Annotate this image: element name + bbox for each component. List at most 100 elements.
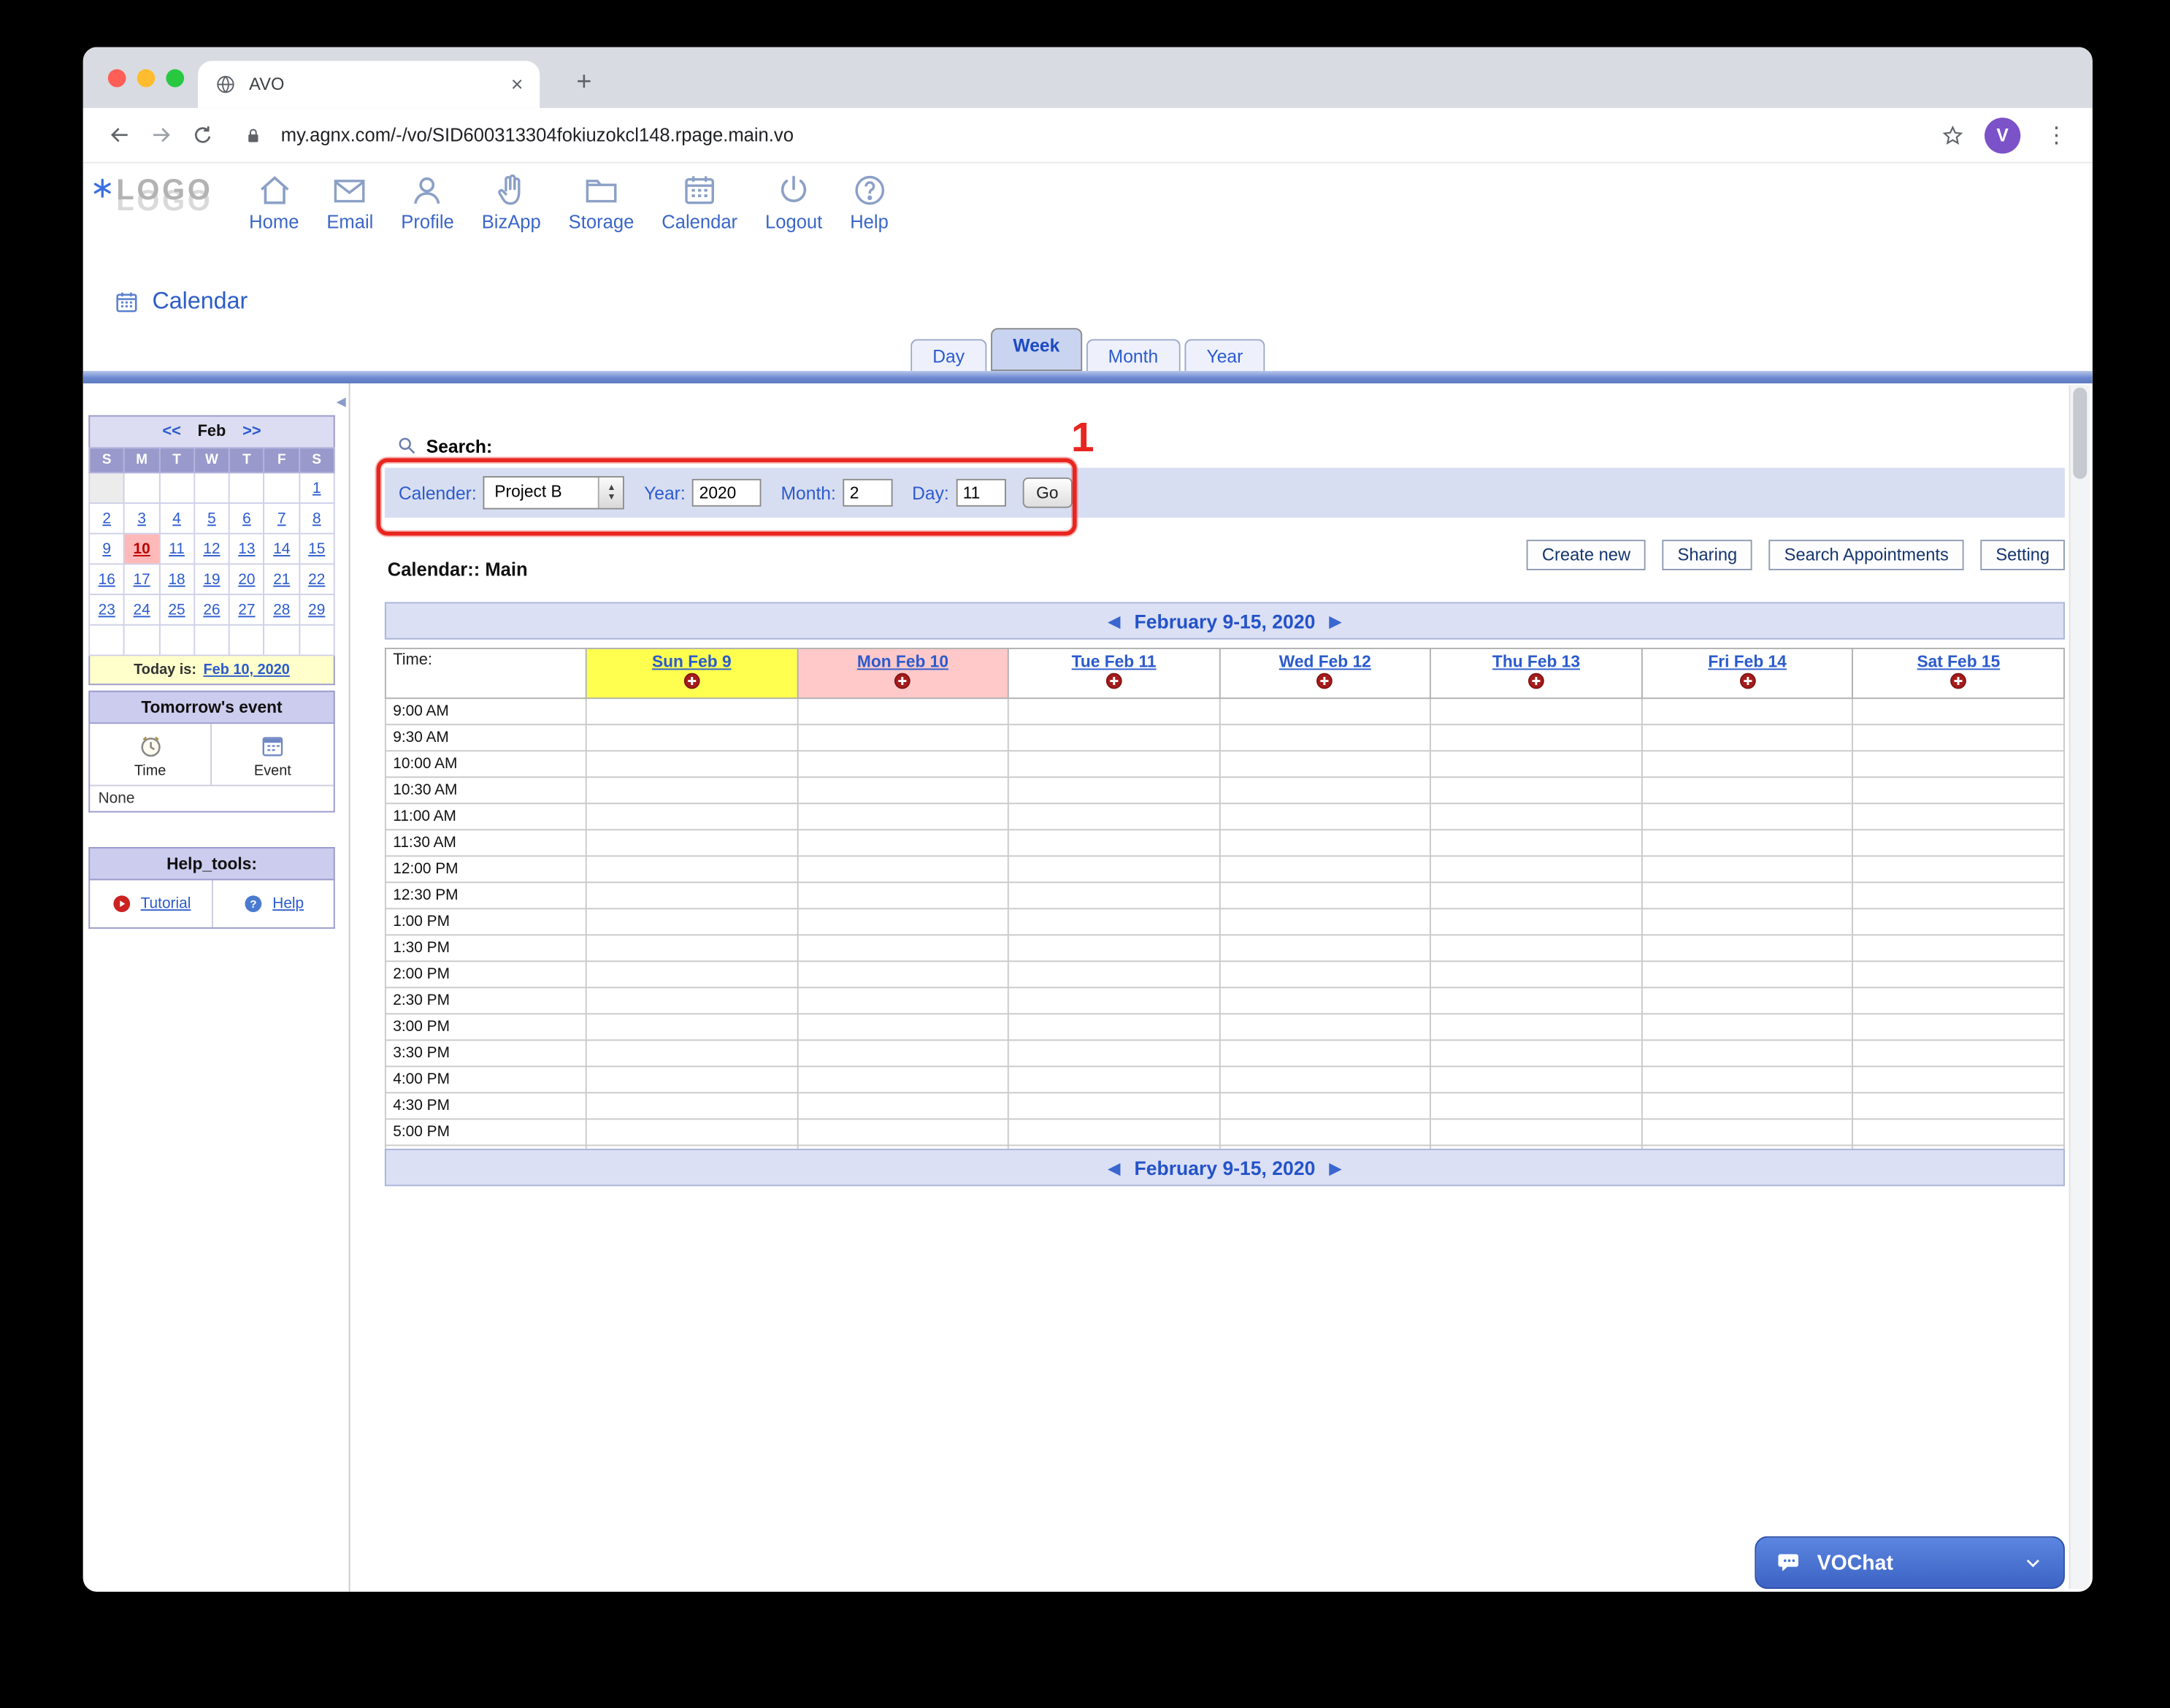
time-slot-cell[interactable] (1430, 1066, 1641, 1092)
time-slot-cell[interactable] (586, 1119, 797, 1145)
time-slot-cell[interactable] (1430, 1014, 1641, 1040)
mini-date-link[interactable]: 27 (238, 602, 255, 619)
time-slot-cell[interactable] (797, 961, 1008, 987)
next-week-icon[interactable]: ▶ (1329, 1158, 1342, 1178)
time-slot-cell[interactable] (1008, 1040, 1219, 1066)
zoom-window-button[interactable] (166, 69, 184, 88)
time-slot-cell[interactable] (1642, 856, 1853, 882)
time-slot-cell[interactable] (1642, 987, 1853, 1014)
time-slot-cell[interactable] (797, 1014, 1008, 1040)
mini-date-link[interactable]: 14 (273, 540, 290, 557)
mini-date-link[interactable]: 9 (102, 540, 111, 557)
back-icon[interactable] (102, 118, 135, 151)
time-slot-cell[interactable] (1219, 1066, 1430, 1092)
mini-date-link[interactable]: 1 (313, 480, 321, 497)
time-slot-cell[interactable] (586, 1092, 797, 1119)
time-slot-cell[interactable] (1642, 698, 1853, 724)
mini-date-link[interactable]: 29 (308, 602, 325, 619)
time-slot-cell[interactable] (1219, 1014, 1430, 1040)
mini-date-cell[interactable]: 3 (124, 503, 159, 534)
time-slot-cell[interactable] (1853, 1119, 2064, 1145)
mini-date-link[interactable]: 10 (134, 540, 150, 557)
time-slot-cell[interactable] (1008, 830, 1219, 856)
time-slot-cell[interactable] (586, 856, 797, 882)
time-slot-cell[interactable] (1008, 1066, 1219, 1092)
time-slot-cell[interactable] (797, 724, 1008, 751)
add-event-icon[interactable] (683, 673, 700, 689)
time-slot-cell[interactable] (1642, 830, 1853, 856)
time-slot-cell[interactable] (1219, 777, 1430, 803)
time-slot-cell[interactable] (586, 803, 797, 830)
time-slot-cell[interactable] (1853, 1040, 2064, 1066)
time-slot-cell[interactable] (1642, 1066, 1853, 1092)
time-slot-cell[interactable] (1219, 803, 1430, 830)
tab-year[interactable]: Year (1184, 339, 1265, 371)
mini-date-cell[interactable]: 2 (89, 503, 124, 534)
time-slot-cell[interactable] (1430, 935, 1641, 961)
mini-date-link[interactable]: 5 (207, 510, 216, 526)
chevron-down-icon[interactable] (2022, 1552, 2044, 1574)
time-slot-cell[interactable] (1430, 830, 1641, 856)
time-slot-cell[interactable] (1853, 935, 2064, 961)
time-slot-cell[interactable] (1430, 961, 1641, 987)
time-slot-cell[interactable] (1853, 908, 2064, 935)
add-event-icon[interactable] (894, 673, 911, 689)
time-slot-cell[interactable] (1430, 724, 1641, 751)
mini-date-cell[interactable]: 14 (264, 534, 299, 564)
time-slot-cell[interactable] (586, 935, 797, 961)
time-slot-cell[interactable] (1008, 751, 1219, 777)
page-scrollbar[interactable] (2069, 385, 2090, 1589)
time-slot-cell[interactable] (797, 1066, 1008, 1092)
time-slot-cell[interactable] (586, 830, 797, 856)
add-event-icon[interactable] (1950, 673, 1967, 689)
time-slot-cell[interactable] (1008, 1014, 1219, 1040)
help-tools-tutorial[interactable]: Tutorial (90, 880, 212, 927)
time-slot-cell[interactable] (586, 1040, 797, 1066)
mini-date-link[interactable]: 11 (169, 540, 185, 557)
sidebar-collapse-icon[interactable]: ◀ (337, 394, 346, 410)
time-slot-cell[interactable] (1430, 908, 1641, 935)
time-slot-cell[interactable] (1219, 698, 1430, 724)
day-link[interactable]: Thu Feb 13 (1433, 652, 1639, 672)
time-slot-cell[interactable] (1219, 1119, 1430, 1145)
time-slot-cell[interactable] (797, 1092, 1008, 1119)
time-slot-cell[interactable] (1430, 882, 1641, 908)
day-link[interactable]: Fri Feb 14 (1644, 652, 1850, 672)
time-slot-cell[interactable] (797, 830, 1008, 856)
time-slot-cell[interactable] (586, 777, 797, 803)
nav-item-storage[interactable]: Storage (555, 172, 648, 232)
search-appointments-button[interactable]: Search Appointments (1769, 540, 1964, 570)
time-slot-cell[interactable] (797, 908, 1008, 935)
time-slot-cell[interactable] (1008, 908, 1219, 935)
mini-date-cell[interactable]: 13 (229, 534, 264, 564)
time-slot-cell[interactable] (797, 1040, 1008, 1066)
time-slot-cell[interactable] (1853, 856, 2064, 882)
time-slot-cell[interactable] (1642, 751, 1853, 777)
mini-date-link[interactable]: 13 (238, 540, 255, 557)
close-window-button[interactable] (108, 69, 126, 88)
mini-date-link[interactable]: 3 (137, 510, 146, 526)
vochat-widget[interactable]: VOChat (1755, 1536, 2065, 1589)
add-event-icon[interactable] (1528, 673, 1545, 689)
mini-date-cell[interactable]: 10 (124, 534, 159, 564)
mini-date-link[interactable]: 16 (99, 571, 115, 588)
bookmark-star-icon[interactable] (1940, 123, 1965, 148)
time-slot-cell[interactable] (586, 1066, 797, 1092)
sharing-button[interactable]: Sharing (1663, 540, 1752, 570)
close-tab-icon[interactable]: × (511, 74, 524, 94)
time-slot-cell[interactable] (1642, 803, 1853, 830)
mini-date-link[interactable]: 4 (172, 510, 181, 526)
time-slot-cell[interactable] (1219, 1092, 1430, 1119)
mini-date-cell[interactable]: 26 (194, 594, 229, 625)
time-slot-cell[interactable] (586, 908, 797, 935)
mini-date-cell[interactable]: 19 (194, 564, 229, 594)
time-slot-cell[interactable] (1008, 987, 1219, 1014)
time-slot-cell[interactable] (797, 856, 1008, 882)
time-slot-cell[interactable] (1430, 987, 1641, 1014)
day-link[interactable]: Sat Feb 15 (1855, 652, 2063, 672)
nav-item-bizapp[interactable]: BizApp (468, 172, 555, 232)
day-link[interactable]: Tue Feb 11 (1011, 652, 1217, 672)
browser-menu-icon[interactable]: ⋮ (2040, 121, 2073, 149)
time-slot-cell[interactable] (586, 882, 797, 908)
day-input[interactable] (956, 479, 1005, 507)
